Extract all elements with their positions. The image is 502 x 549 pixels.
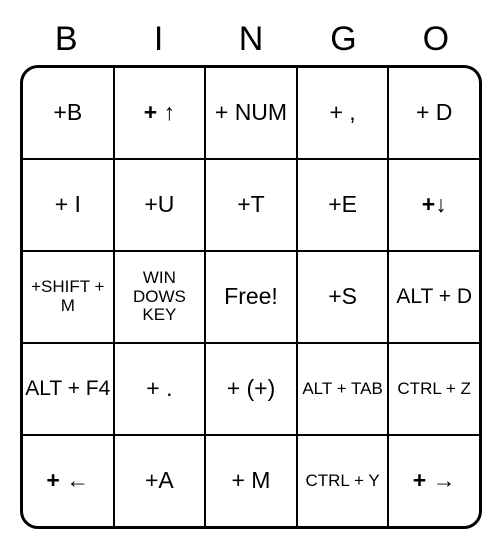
bingo-row: + ← +A + M CTRL + Y + → [23, 436, 479, 526]
bingo-grid: +B + ↑ + NUM + , + D + I +U +T +E +↓ +SHIFT + MWIN… [20, 65, 482, 529]
cell-text: ALT + D [396, 285, 472, 308]
bingo-row: +SHIFT + MWIN DOWS KEY Free! +S ALT + D [23, 252, 479, 344]
cell-text: +A [145, 468, 174, 493]
cell-text: + (+) [227, 376, 276, 401]
bingo-cell[interactable]: +S [298, 252, 390, 342]
bingo-cell[interactable]: WIN DOWS KEY [115, 252, 207, 342]
bingo-cell[interactable]: + → [389, 436, 479, 526]
bingo-cell[interactable]: +U [115, 160, 207, 250]
bingo-cell[interactable]: +↓ [389, 160, 479, 250]
bingo-cell[interactable]: +E [298, 160, 390, 250]
header-letter-o: O [390, 20, 482, 59]
cell-text: +T [237, 192, 264, 217]
cell-text: + . [146, 376, 172, 401]
bingo-cell[interactable]: + NUM [206, 68, 298, 158]
cell-text: + M [231, 468, 270, 493]
cell-text: ALT + F4 [25, 377, 110, 400]
cell-text: + ← [46, 468, 89, 493]
bingo-cell[interactable]: + I [23, 160, 115, 250]
bingo-cell[interactable]: ALT + TAB [298, 344, 390, 434]
header-letter-b: B [20, 20, 112, 59]
bingo-cell[interactable]: CTRL + Y [298, 436, 390, 526]
cell-text: +E [328, 192, 357, 217]
bingo-cell[interactable]: +T [206, 160, 298, 250]
bingo-cell[interactable]: ALT + D [389, 252, 479, 342]
bingo-cell[interactable]: ALT + F4 [23, 344, 115, 434]
bingo-cell[interactable]: + , [298, 68, 390, 158]
cell-text: +↓ [422, 192, 447, 217]
cell-text: CTRL + Y [305, 472, 379, 491]
bingo-cell[interactable]: Free! [206, 252, 298, 342]
bingo-cell[interactable]: + ↑ [115, 68, 207, 158]
bingo-cell[interactable]: + . [115, 344, 207, 434]
cell-text: +S [328, 284, 357, 309]
cell-text: + NUM [215, 100, 287, 125]
bingo-cell[interactable]: CTRL + Z [389, 344, 479, 434]
bingo-cell[interactable]: + (+) [206, 344, 298, 434]
header-letter-g: G [297, 20, 389, 59]
bingo-cell[interactable]: +SHIFT + M [23, 252, 115, 342]
cell-text: +SHIFT + M [25, 278, 111, 315]
bingo-card: B I N G O +B + ↑ + NUM + , + D + I +U +T +E +↓ +SH… [20, 20, 482, 529]
cell-text: +U [144, 192, 174, 217]
cell-text: +B [53, 100, 82, 125]
cell-text: Free! [224, 284, 278, 309]
bingo-row: +B + ↑ + NUM + , + D [23, 68, 479, 160]
cell-text: + → [413, 468, 456, 493]
cell-text: + ↑ [144, 100, 175, 125]
cell-text: WIN DOWS KEY [117, 269, 203, 325]
bingo-cell[interactable]: +B [23, 68, 115, 158]
cell-text: ALT + TAB [302, 380, 382, 399]
cell-text: CTRL + Z [397, 380, 471, 399]
bingo-cell[interactable]: +A [115, 436, 207, 526]
bingo-cell[interactable]: + D [389, 68, 479, 158]
header-letter-i: I [112, 20, 204, 59]
bingo-cell[interactable]: + ← [23, 436, 115, 526]
bingo-cell[interactable]: + M [206, 436, 298, 526]
bingo-row: ALT + F4 + . + (+) ALT + TAB CTRL + Z [23, 344, 479, 436]
bingo-row: + I +U +T +E +↓ [23, 160, 479, 252]
cell-text: + D [416, 100, 452, 125]
cell-text: + , [329, 100, 355, 125]
header-letter-n: N [205, 20, 297, 59]
cell-text: + I [55, 192, 81, 217]
bingo-header-row: B I N G O [20, 20, 482, 59]
